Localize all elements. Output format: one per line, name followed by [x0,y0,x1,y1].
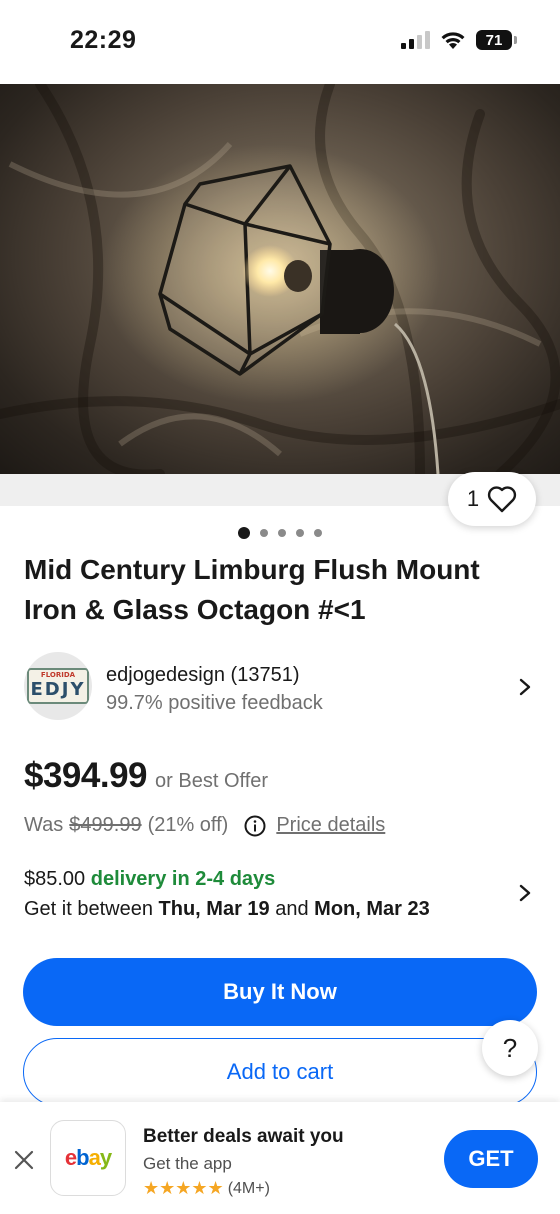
price-details-link[interactable]: Price details [276,814,385,837]
gallery-dot-3[interactable] [278,529,286,537]
chevron-right-icon [519,678,531,696]
get-app-button[interactable]: GET [444,1130,538,1188]
status-time: 22:29 [70,26,137,54]
close-icon[interactable] [12,1148,36,1172]
delivery-speed: delivery in 2-4 days [90,868,276,890]
best-offer-label: or Best Offer [155,770,269,792]
buy-it-now-button[interactable]: Buy It Now [23,958,537,1026]
gallery-dot-4[interactable] [296,529,304,537]
delivery-window: Get it between Thu, Mar 19 and Mon, Mar … [24,898,430,920]
delivery-date-start: Thu, Mar 19 [158,898,270,920]
gallery-dot-5[interactable] [314,529,322,537]
help-button[interactable]: ? [482,1020,538,1076]
status-icons: 71 [401,30,517,50]
info-icon[interactable] [244,815,266,837]
price: $394.99 [24,756,148,795]
ebay-logo: ebay [50,1120,126,1196]
was-price-row: Was $499.99 (21% off) Price details [24,814,385,837]
rating-count: (4M+) [227,1179,270,1197]
chevron-right-icon [519,884,531,902]
gallery-dot-1[interactable] [238,527,250,539]
battery-icon: 71 [476,30,517,50]
gallery-dot-2[interactable] [260,529,268,537]
discount-label: (21% off) [147,814,229,836]
status-bar: 22:29 71 [0,0,560,84]
listing-title: Mid Century Limburg Flush Mount Iron & G… [24,554,480,625]
heart-icon [488,486,517,513]
app-download-banner: ebay Better deals await you Get the app … [0,1102,560,1214]
wifi-icon [441,32,465,49]
seller-name: edjogedesign (13751) [106,664,300,686]
add-to-cart-button[interactable]: Add to cart [23,1038,537,1106]
was-label: Was [24,814,64,836]
price-row: $394.99 or Best Offer [24,756,268,796]
app-rating: ★★★★★ (4M+) [143,1178,270,1199]
banner-subtitle: Get the app [143,1154,232,1173]
seller-row[interactable]: FLORIDA EDJY edjogedesign (13751) 99.7% … [24,652,540,724]
delivery-row[interactable]: $85.00 delivery in 2-4 days Get it betwe… [24,866,540,930]
watch-count: 1 [466,486,480,511]
product-image[interactable] [0,84,560,474]
license-plate-logo: FLORIDA EDJY [27,668,89,704]
was-price: $499.99 [69,814,142,836]
star-rating-icon: ★★★★★ [143,1178,224,1198]
gallery-pagination [0,527,560,539]
banner-title: Better deals await you [143,1126,344,1147]
watch-button[interactable]: 1 [448,472,536,526]
seller-avatar: FLORIDA EDJY [24,652,92,720]
lamp-photo [0,84,560,474]
delivery-cost-line: $85.00 delivery in 2-4 days [24,866,540,892]
delivery-cost: $85.00 [24,868,86,890]
delivery-date-end: Mon, Mar 23 [314,898,430,920]
seller-feedback: 99.7% positive feedback [106,692,323,714]
cellular-signal-icon [401,31,430,49]
